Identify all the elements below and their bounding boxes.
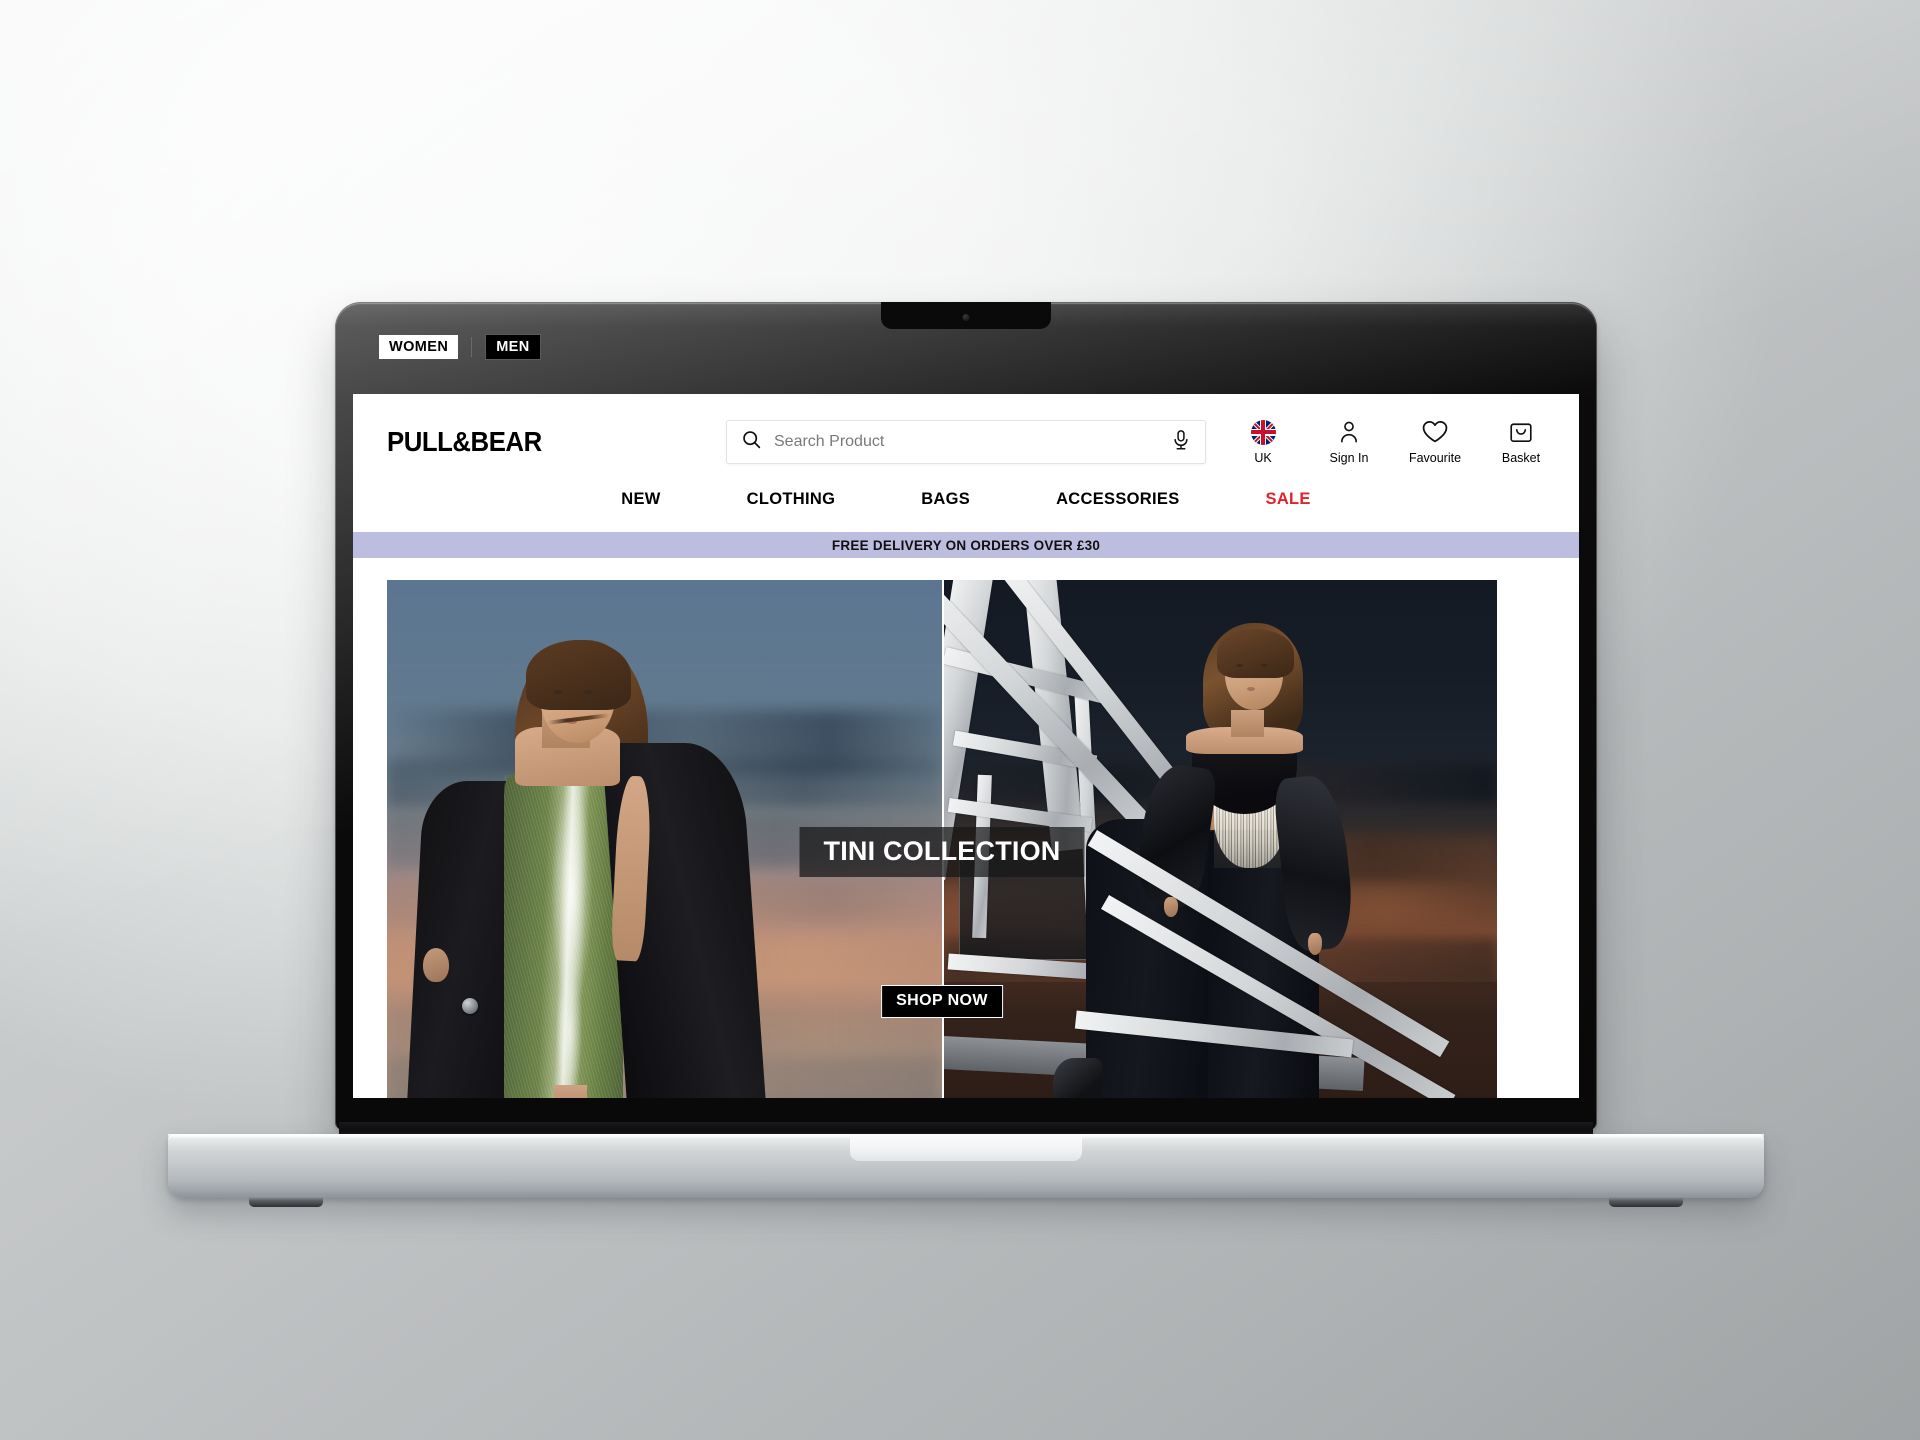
sign-in-label: Sign In bbox=[1329, 451, 1369, 466]
favourites-label: Favourite bbox=[1408, 451, 1462, 466]
favourites-button[interactable]: Favourite bbox=[1407, 419, 1463, 465]
shopping-bag-icon bbox=[1509, 419, 1533, 445]
free-delivery-text: FREE DELIVERY ON ORDERS OVER £30 bbox=[831, 537, 1101, 553]
nav-item-sale[interactable]: SALE bbox=[1223, 490, 1354, 509]
nav-item-new[interactable]: NEW bbox=[578, 490, 703, 509]
model-left-green-sequin-dress bbox=[503, 775, 624, 1098]
shop-now-button[interactable]: SHOP NOW bbox=[881, 984, 1003, 1018]
laptop-mockup: WOMEN MEN PULL&BEAR Search Product UK Si… bbox=[168, 302, 1764, 1207]
page-background: WOMEN MEN PULL&BEAR Search Product UK Si… bbox=[0, 0, 1920, 1440]
laptop-foot bbox=[1609, 1196, 1683, 1207]
heart-icon bbox=[1422, 419, 1448, 445]
region-selector-uk[interactable]: UK bbox=[1235, 419, 1291, 465]
model-right-eye bbox=[1261, 663, 1269, 667]
model-right-hair-front bbox=[1216, 628, 1295, 678]
tab-men[interactable]: MEN bbox=[485, 334, 541, 360]
brand-logo[interactable]: PULL&BEAR bbox=[387, 426, 542, 458]
divider bbox=[471, 337, 473, 357]
site-header: PULL&BEAR Search Product UK Sign In Favo… bbox=[353, 394, 1579, 490]
laptop-base-notch bbox=[850, 1134, 1082, 1161]
sign-in-button[interactable]: Sign In bbox=[1321, 419, 1377, 465]
hero-banner[interactable]: TINI COLLECTION SHOP NOW bbox=[387, 580, 1497, 1098]
nav-item-accessories[interactable]: ACCESSORIES bbox=[1013, 490, 1222, 509]
shop-now-label: SHOP NOW bbox=[896, 991, 988, 1009]
hero-title-badge: TINI COLLECTION bbox=[799, 826, 1085, 877]
model-left-eye bbox=[553, 690, 563, 695]
search-container bbox=[726, 420, 1206, 464]
laptop-lid: WOMEN MEN PULL&BEAR Search Product UK Si… bbox=[335, 302, 1597, 1130]
model-left-eye bbox=[584, 690, 594, 695]
model-left-hair-front bbox=[525, 639, 632, 711]
header-icon-group: UK Sign In Favourite Basket bbox=[1235, 419, 1549, 465]
basket-label: Basket bbox=[1501, 451, 1541, 466]
basket-button[interactable]: Basket bbox=[1493, 419, 1549, 465]
main-navigation: NEW CLOTHING BAGS ACCESSORIES SALE bbox=[353, 490, 1579, 532]
nav-item-bags[interactable]: BAGS bbox=[878, 490, 1013, 509]
webcam-icon bbox=[962, 314, 970, 321]
tab-women[interactable]: WOMEN bbox=[379, 335, 459, 359]
model-right-eye bbox=[1236, 663, 1244, 667]
region-label: UK bbox=[1254, 451, 1272, 466]
search-box[interactable] bbox=[726, 420, 1206, 464]
hero-title-text: TINI COLLECTION bbox=[823, 835, 1061, 866]
model-left-leg bbox=[553, 1085, 587, 1098]
search-icon bbox=[741, 429, 762, 455]
hero-section: TINI COLLECTION SHOP NOW bbox=[353, 558, 1579, 1098]
browser-viewport: PULL&BEAR Search Product UK Sign In Favo… bbox=[353, 394, 1579, 1098]
search-input[interactable] bbox=[774, 433, 1159, 451]
uk-flag-icon bbox=[1250, 419, 1276, 445]
model-left-hand bbox=[423, 947, 450, 982]
model-right-hand-right bbox=[1308, 932, 1323, 955]
nav-item-clothing[interactable]: CLOTHING bbox=[704, 490, 879, 509]
laptop-foot bbox=[249, 1196, 323, 1207]
user-icon bbox=[1338, 419, 1360, 445]
model-right-hand-left bbox=[1164, 896, 1178, 917]
gender-switch: WOMEN MEN bbox=[379, 334, 541, 360]
microphone-icon[interactable] bbox=[1171, 429, 1191, 456]
free-delivery-banner: FREE DELIVERY ON ORDERS OVER £30 bbox=[353, 532, 1579, 558]
model-right-neck bbox=[1230, 710, 1264, 738]
model-right-boot bbox=[1053, 1057, 1103, 1098]
